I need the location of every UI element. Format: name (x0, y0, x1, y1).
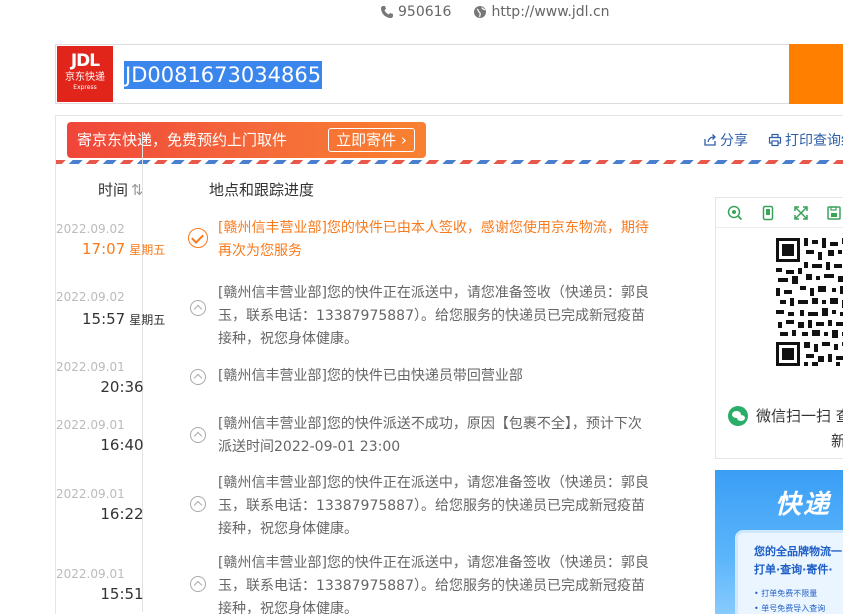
qr-toolbar (716, 198, 843, 228)
event-description: [赣州信丰营业部]您的快件已由快递员带回营业部 (218, 368, 523, 384)
airmail-divider (56, 160, 843, 164)
promo-text: 寄京东快递，免费预约上门取件 (77, 131, 288, 149)
column-header-time[interactable]: 时间 ⇅ (98, 179, 144, 200)
column-header-time-label: 时间 (98, 181, 129, 199)
banner-line-1: 您的全品牌物流一 (754, 545, 842, 558)
event-description: [赣州信丰营业部]您的快件正在派送中，请您准备签收（快递员：郭良玉，联系电话：1… (218, 475, 649, 537)
hotline: 950616 (380, 4, 451, 20)
banner-line-4: • 单号免费导入查询 (754, 604, 826, 613)
website-url[interactable]: http://www.jdl.cn (491, 4, 609, 20)
hotline-number: 950616 (398, 4, 452, 20)
event-time-value: 17:07 (82, 240, 126, 258)
event-date: 2022.09.02 (56, 290, 125, 304)
event-description: [赣州信丰营业部]您的快件已由本人签收，感谢您使用京东物流，期待再次为您服务 (218, 220, 649, 259)
event-description: [赣州信丰营业部]您的快件正在派送中，请您准备签收（快递员：郭良玉，联系电话：1… (218, 285, 649, 347)
phone-icon (381, 6, 393, 18)
share-icon (704, 134, 716, 146)
event-time: 15:51 (100, 585, 144, 603)
wechat-icon (728, 405, 748, 426)
timeline-node-icon (190, 369, 206, 385)
expand-icon[interactable] (790, 202, 812, 224)
contact-bar: 950616 http://www.jdl.cn (380, 0, 632, 24)
express-ad-banner[interactable]: 快递 您的全品牌物流一 打单·查询·寄件· • 打单免费不限量 • 单号免费导入… (715, 470, 843, 614)
wechat-scan-text: 微信扫一扫 查 (756, 407, 843, 425)
delivered-check-icon (188, 228, 208, 248)
timeline-node-icon (190, 300, 206, 316)
mobile-icon[interactable] (757, 202, 779, 224)
wechat-scan-hint: 微信扫一扫 查 (728, 405, 843, 426)
tracking-search-bar: JDL 京东快递 Express JD0081673034865 (55, 44, 843, 104)
printer-icon (768, 133, 782, 147)
promo-banner[interactable]: 寄京东快递，免费预约上门取件 立即寄件 › (67, 122, 426, 158)
logo-name-cn: 京东快递 (65, 72, 105, 83)
event-weekday: 星期五 (129, 243, 166, 257)
event-date: 2022.09.01 (56, 567, 125, 581)
column-header-progress: 地点和跟踪进度 (209, 181, 315, 199)
wechat-scan-text-line2: 新 (831, 432, 843, 450)
event-time: 16:40 (100, 436, 144, 454)
qr-code-image (776, 238, 843, 366)
banner-card: 您的全品牌物流一 打单·查询·寄件· • 打单免费不限量 • 单号免费导入查询 (735, 530, 843, 614)
banner-title: 快递 (775, 490, 832, 520)
event-date: 2022.09.01 (56, 418, 125, 432)
timeline-node-icon (190, 496, 206, 512)
zoom-in-icon[interactable] (724, 202, 746, 224)
event-description: [赣州信丰营业部]您的快件派送不成功，原因【包裹不全】，预计下次派送时间2022… (218, 416, 642, 455)
share-label: 分享 (720, 133, 748, 149)
jdl-logo: JDL 京东快递 Express (57, 46, 113, 102)
event-date: 2022.09.01 (56, 487, 125, 501)
event-time: 17:07 星期五 (60, 240, 170, 258)
event-date: 2022.09.02 (56, 222, 125, 236)
event-time: 20:36 (100, 378, 144, 396)
globe-icon (474, 6, 487, 18)
tracking-number-input[interactable]: JD0081673034865 (124, 61, 323, 89)
timeline-node-icon (190, 576, 206, 592)
banner-line-2: 打单·查询·寄件· (754, 563, 833, 576)
ship-now-button[interactable]: 立即寄件 › (328, 128, 415, 152)
logo-name-en: Express (73, 84, 97, 91)
timeline-node-icon (190, 427, 206, 443)
logo-brand: JDL (70, 51, 100, 71)
banner-line-3: • 打单免费不限量 (754, 589, 818, 598)
event-date: 2022.09.01 (56, 360, 125, 374)
panel-actions: 分享 打印查询结 (683, 130, 843, 150)
save-icon[interactable] (823, 202, 843, 224)
event-time: 16:22 (100, 505, 144, 523)
print-button[interactable]: 打印查询结 (768, 130, 843, 150)
search-button[interactable] (789, 44, 843, 104)
event-description: [赣州信丰营业部]您的快件正在派送中，请您准备签收（快递员：郭良玉，联系电话：1… (218, 555, 649, 614)
event-time-value: 15:57 (82, 310, 126, 328)
event-time: 15:57 星期五 (60, 310, 170, 328)
timeline-line (142, 132, 143, 612)
print-label: 打印查询结 (785, 133, 843, 149)
share-button[interactable]: 分享 (703, 130, 748, 150)
event-weekday: 星期五 (129, 313, 166, 327)
qr-code-box: 微信扫一扫 查 新 (715, 197, 843, 459)
website-link[interactable]: http://www.jdl.cn (473, 4, 610, 20)
